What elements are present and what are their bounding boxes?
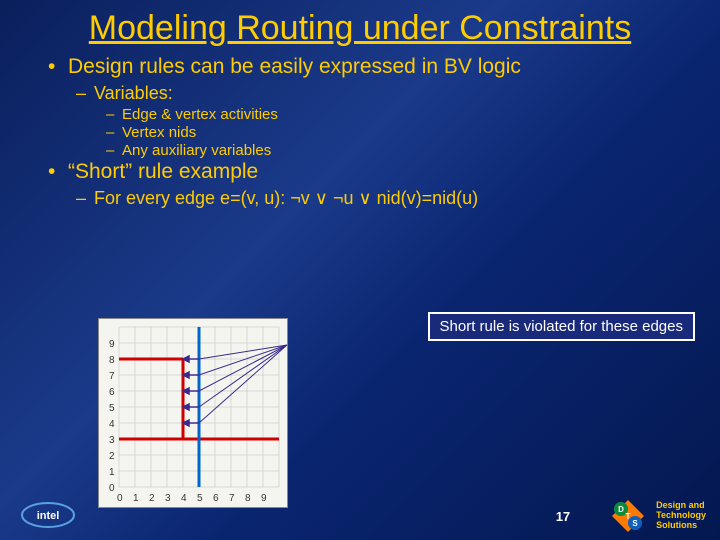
svg-text:D: D [618, 505, 624, 514]
svg-text:6: 6 [213, 493, 219, 504]
routing-grid-diagram: 012 345 678 9 012 345 678 9 [98, 318, 288, 508]
page-number: 17 [556, 509, 570, 524]
svg-text:1: 1 [109, 467, 115, 478]
bullet-variables: Variables: [76, 83, 690, 104]
svg-text:S: S [632, 519, 638, 528]
violation-callout: Short rule is violated for these edges [428, 312, 695, 341]
svg-text:0: 0 [117, 493, 123, 504]
svg-text:4: 4 [181, 493, 187, 504]
svg-text:9: 9 [261, 493, 267, 504]
bullet-short-rule-formula: For every edge e=(v, u): ¬v ∨ ¬u ∨ nid(v… [76, 188, 690, 209]
dts-logo: D T S [610, 498, 646, 534]
callout-leaders [199, 345, 287, 423]
intel-logo: intel [20, 500, 80, 530]
svg-text:8: 8 [109, 355, 115, 366]
grid-svg: 012 345 678 9 012 345 678 9 [99, 319, 289, 509]
svg-text:5: 5 [109, 403, 115, 414]
svg-text:7: 7 [109, 371, 115, 382]
svg-text:2: 2 [149, 493, 155, 504]
svg-text:7: 7 [229, 493, 235, 504]
svg-text:3: 3 [109, 435, 115, 446]
svg-text:4: 4 [109, 419, 115, 430]
svg-text:3: 3 [165, 493, 171, 504]
svg-text:intel: intel [37, 510, 60, 522]
svg-text:0: 0 [109, 483, 115, 494]
bullet-design-rules: Design rules can be easily expressed in … [48, 55, 690, 79]
bullet-aux-vars: Any auxiliary variables [106, 142, 690, 159]
svg-text:6: 6 [109, 387, 115, 398]
svg-text:9: 9 [109, 339, 115, 350]
violation-arrows [183, 356, 199, 426]
bullet-edge-vertex: Edge & vertex activities [106, 106, 690, 123]
svg-text:5: 5 [197, 493, 203, 504]
dts-text: Design and Technology Solutions [656, 501, 706, 531]
bullet-short-rule: “Short” rule example [48, 160, 690, 184]
svg-text:T: T [626, 512, 631, 521]
slide-content: Design rules can be easily expressed in … [0, 47, 720, 209]
svg-text:8: 8 [245, 493, 251, 504]
slide-title: Modeling Routing under Constraints [0, 0, 720, 47]
svg-text:2: 2 [109, 451, 115, 462]
dts-line3: Solutions [656, 521, 706, 531]
svg-text:1: 1 [133, 493, 139, 504]
bullet-vertex-nids: Vertex nids [106, 124, 690, 141]
slide-footer: 17 D T S Design and Technology Solutions [556, 498, 706, 534]
